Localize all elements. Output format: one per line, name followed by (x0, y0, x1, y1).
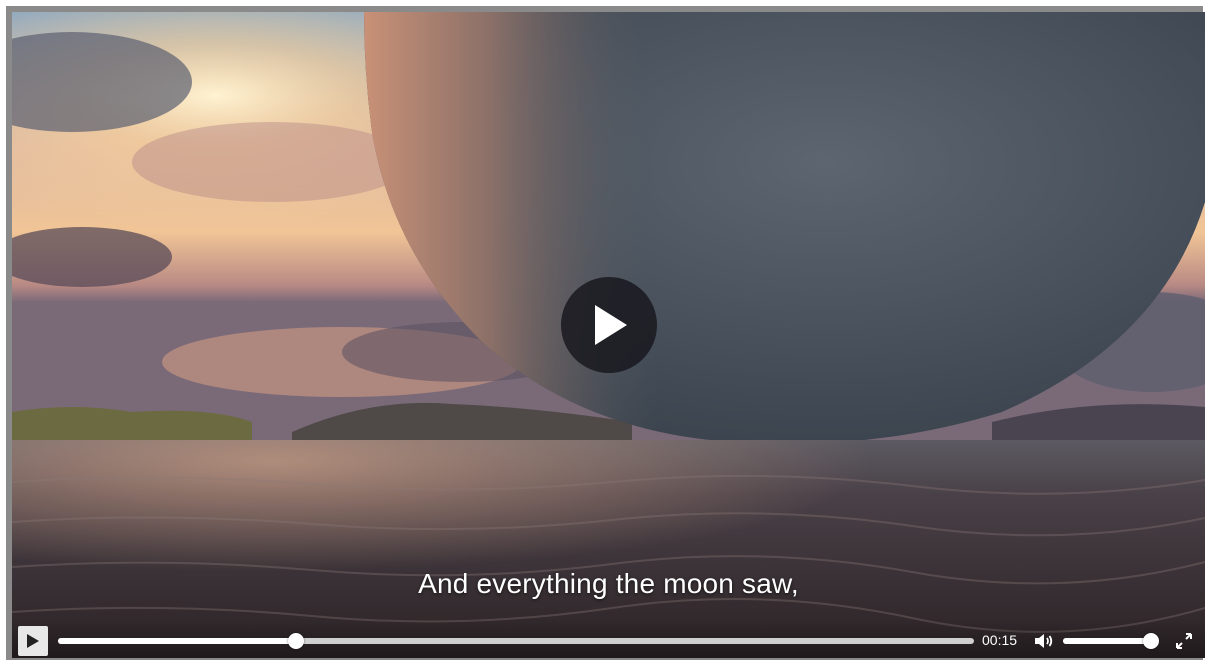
volume-slider[interactable] (1063, 633, 1160, 649)
play-icon (595, 305, 627, 345)
progress-bar[interactable] (58, 633, 974, 649)
fullscreen-button[interactable] (1173, 630, 1195, 657)
big-play-button[interactable] (561, 277, 657, 373)
video-player[interactable]: And everything the moon saw, 00:15 (12, 12, 1205, 658)
progress-handle[interactable] (288, 633, 305, 649)
current-time: 00:15 (982, 632, 1018, 648)
fullscreen-icon (1176, 633, 1192, 649)
control-bar: 00:15 (12, 618, 1205, 658)
volume-fill (1063, 638, 1152, 644)
play-icon (27, 634, 39, 648)
progress-fill (58, 638, 297, 644)
volume-icon (1035, 634, 1053, 648)
volume-handle[interactable] (1143, 633, 1160, 649)
play-button[interactable] (18, 626, 48, 656)
volume-button[interactable] (1032, 630, 1054, 657)
subtitle-caption: And everything the moon saw, (418, 568, 799, 599)
